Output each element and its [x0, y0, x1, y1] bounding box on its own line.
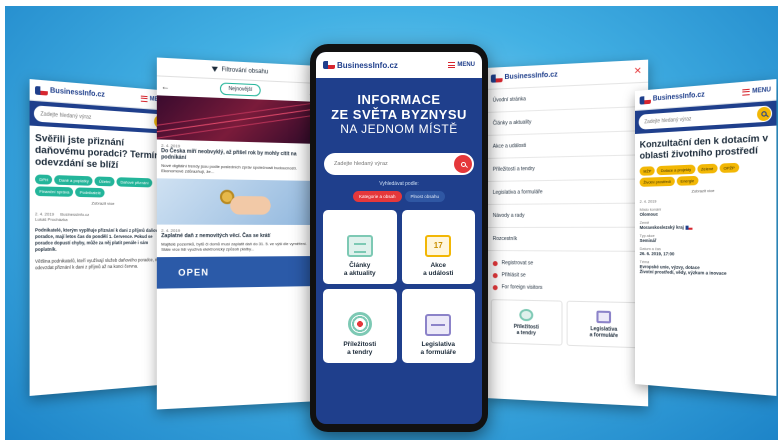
- search-button[interactable]: [757, 106, 771, 122]
- hero-line-3: NA JEDNOM MÍSTĚ: [340, 122, 458, 136]
- tag[interactable]: Energie: [676, 175, 699, 186]
- tile-legislation[interactable]: Legislativa a formuláře: [566, 300, 642, 349]
- target-icon: [519, 308, 534, 321]
- folder-icon: [425, 314, 452, 336]
- menu-item-legislation[interactable]: Legislativa a formuláře: [485, 179, 649, 205]
- tag[interactable]: Účetní: [94, 176, 115, 187]
- search-button[interactable]: [454, 155, 472, 173]
- event-date: 2. 4. 2019: [639, 198, 657, 204]
- tag[interactable]: Daně a poplatky: [54, 175, 93, 186]
- tag[interactable]: Podnikatelé: [75, 187, 105, 198]
- tile-grid: Příležitosti a tendry Legislativa a formul…: [485, 293, 648, 355]
- event-headline: Konzultační den k dotacím v oblasti živo…: [639, 132, 769, 162]
- article-card[interactable]: 2. 4. 2019 Do Česka míří neobvyklý, až p…: [156, 95, 320, 179]
- phone-article-list: Filtrování obsahu ← Nejnovější → 2. 4. 2…: [156, 57, 320, 410]
- article-author: Lukáš Procházka: [35, 216, 68, 223]
- search-mode-toggle: Kategorie a obsah Plnost obsahu: [316, 191, 482, 202]
- filter-icon: [212, 66, 219, 73]
- article-image: [156, 178, 320, 225]
- tile-opportunities[interactable]: Příležitosti a tendry: [490, 299, 563, 346]
- tag-list: MŽP Dotace a projekty Zelené OPŽP Životn…: [639, 161, 771, 187]
- phone-event: BusinessInfo.cz MENU Zadejte hledaný výr…: [635, 79, 777, 396]
- header: BusinessInfo.cz MENU: [316, 52, 482, 78]
- logo[interactable]: BusinessInfo.cz: [639, 91, 705, 105]
- article-excerpt: Majitelé pozemků, bytů či domů musí zapl…: [161, 241, 307, 252]
- tag[interactable]: Životní prostředí: [639, 176, 675, 187]
- hamburger-icon: [448, 62, 456, 68]
- close-icon[interactable]: ✕: [634, 65, 642, 77]
- event-region: Země Moravskoslezský kraj: [640, 219, 771, 230]
- tag[interactable]: Zelené: [697, 163, 718, 174]
- tag[interactable]: Daňové přiznání: [116, 177, 153, 188]
- tile-grid: Článkya aktuality Akcea události Příleži…: [316, 202, 482, 371]
- flag-icon: [490, 73, 503, 83]
- event-topic: Téma Evropské unie, výzvy, dotace Životní …: [639, 259, 727, 276]
- tag-list: DPH Daně a poplatky Účetní Daňové přizná…: [35, 174, 166, 198]
- promo-background: BusinessInfo.cz MENU Zadejte hledaný výr…: [5, 6, 778, 440]
- article-title[interactable]: Zaplatné daň z nemovitých věcí. Čas se k…: [161, 233, 316, 239]
- tag[interactable]: Finanční správa: [35, 186, 74, 197]
- search-mode-fulltext[interactable]: Plnost obsahu: [404, 191, 446, 202]
- article-image: [156, 95, 320, 144]
- menu-item-opportunities[interactable]: Příležitosti a tendry: [485, 155, 649, 182]
- menu-button[interactable]: MENU: [742, 87, 771, 96]
- search-mode-label: Vyhledávat podle:: [379, 181, 419, 187]
- event-time: Datum a čas 26. 6. 2019, 17:00: [639, 246, 675, 257]
- phone-menu: BusinessInfo.cz ✕ Úvodní stránka Články …: [485, 59, 649, 407]
- menu-item-crossroad[interactable]: Rozcestník: [485, 227, 649, 252]
- tile-articles[interactable]: Články a aktuality: [323, 210, 397, 284]
- search-input[interactable]: Zadejte hledaný výraz: [324, 153, 474, 175]
- flag-icon: [35, 85, 48, 96]
- search-icon: [761, 111, 767, 117]
- show-more-link[interactable]: Zobrazit více: [640, 186, 771, 195]
- menu-item-guides[interactable]: Návody a rady: [485, 203, 649, 228]
- tag[interactable]: Dotace a projekty: [657, 164, 696, 176]
- phone-article: BusinessInfo.cz MENU Zadejte hledaný výr…: [29, 79, 171, 396]
- flag-icon: [685, 225, 693, 230]
- flag-icon: [639, 95, 651, 105]
- login-icon: [492, 272, 498, 278]
- account-links: Registrovat se Přihlásit se For foreign …: [485, 257, 648, 296]
- flag-icon: [492, 284, 498, 290]
- document-icon: [596, 310, 612, 323]
- hand-image: [230, 195, 271, 215]
- logo[interactable]: BusinessInfo.cz: [490, 71, 558, 83]
- article-excerpt: Nové digitální trendy jsou podle posledn…: [161, 162, 297, 175]
- article-title[interactable]: Do Česka míří neobvyklý, až přišel rok b…: [161, 148, 316, 164]
- article-body: Většina podnikatelů, kteří využívají slu…: [35, 257, 165, 271]
- menu-button[interactable]: MENU: [448, 62, 475, 68]
- article-image: OPEN: [156, 256, 320, 289]
- homepage-screen: BusinessInfo.cz MENU INFORMACE ZE SVĚTA …: [316, 52, 482, 424]
- hero-line-2: ZE SVĚTA BYZNYSU: [331, 107, 467, 122]
- user-icon: [492, 260, 498, 266]
- calendar-icon: [425, 235, 452, 257]
- tile-legislation[interactable]: Legislativa a formuláře: [401, 289, 475, 363]
- nav-menu: Úvodní stránka Články a aktuality Akce a…: [485, 82, 649, 252]
- search-icon: [460, 161, 466, 167]
- sort-select[interactable]: Nejnovější: [220, 82, 261, 97]
- hamburger-icon: [742, 88, 751, 96]
- article-lead: Podnikatelé, kterým vyplňuje přiznání k …: [35, 227, 161, 253]
- phone-homepage: BusinessInfo.cz MENU INFORMACE ZE SVĚTA …: [310, 44, 488, 432]
- event-place: Místo konání Olomouc: [639, 206, 662, 217]
- logo[interactable]: BusinessInfo.cz: [323, 61, 398, 70]
- hero: INFORMACE ZE SVĚTA BYZNYSU NA JEDNOM MÍS…: [316, 78, 482, 141]
- tile-opportunities[interactable]: Příležitosti a tendry: [323, 289, 397, 363]
- article-card[interactable]: 2. 4. 2019 Zaplatné daň z nemovitých věc…: [156, 178, 320, 255]
- flag-icon: [323, 61, 335, 69]
- logo[interactable]: BusinessInfo.cz: [35, 85, 105, 99]
- tag[interactable]: MŽP: [639, 166, 656, 176]
- hero-line-1: INFORMACE: [357, 92, 441, 107]
- document-icon: [346, 235, 373, 257]
- show-more-link[interactable]: Zobrazit více: [35, 199, 166, 207]
- hamburger-icon: [141, 95, 148, 102]
- event-type: Typ akce Seminář: [639, 232, 657, 244]
- tag[interactable]: DPH: [35, 174, 53, 185]
- search-mode-category[interactable]: Kategorie a obsah: [352, 191, 402, 202]
- tile-events[interactable]: Akcea události: [401, 210, 475, 284]
- target-icon: [347, 312, 372, 336]
- article-headline: Svěřili jste přiznání daňovému poradci? …: [35, 132, 160, 172]
- tag[interactable]: OPŽP: [719, 162, 739, 174]
- arrow-left-icon[interactable]: ←: [161, 81, 170, 91]
